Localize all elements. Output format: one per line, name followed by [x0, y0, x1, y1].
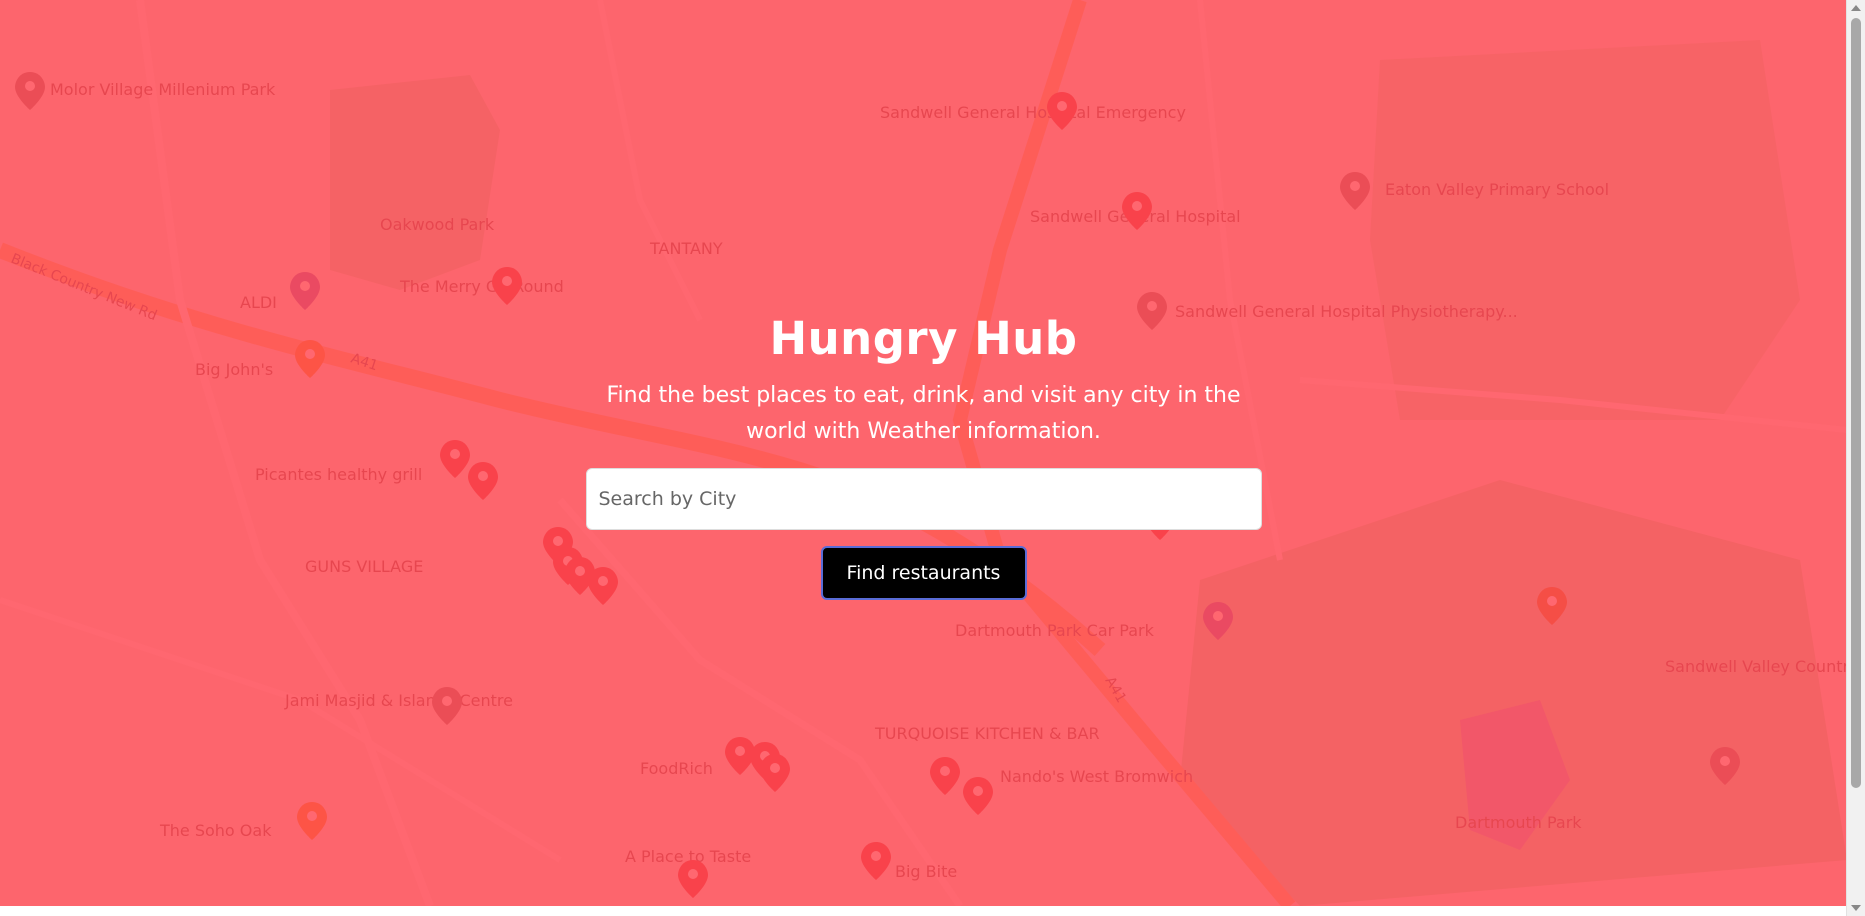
- page-subtitle: Find the best places to eat, drink, and …: [606, 383, 1241, 444]
- scroll-down-icon[interactable]: [1851, 905, 1861, 911]
- scrollbar-thumb[interactable]: [1851, 18, 1861, 788]
- hero: Hungry Hub Find the best places to eat, …: [0, 300, 1847, 600]
- vertical-scrollbar[interactable]: [1846, 0, 1865, 916]
- page: Molor Village Millenium ParkSandwell Gen…: [0, 0, 1847, 906]
- page-bottom-edge: [0, 906, 1847, 916]
- scroll-up-icon[interactable]: [1851, 5, 1861, 11]
- find-restaurants-button[interactable]: Find restaurants: [820, 546, 1027, 600]
- search-input[interactable]: [585, 468, 1262, 530]
- page-title: Hungry Hub: [769, 312, 1078, 365]
